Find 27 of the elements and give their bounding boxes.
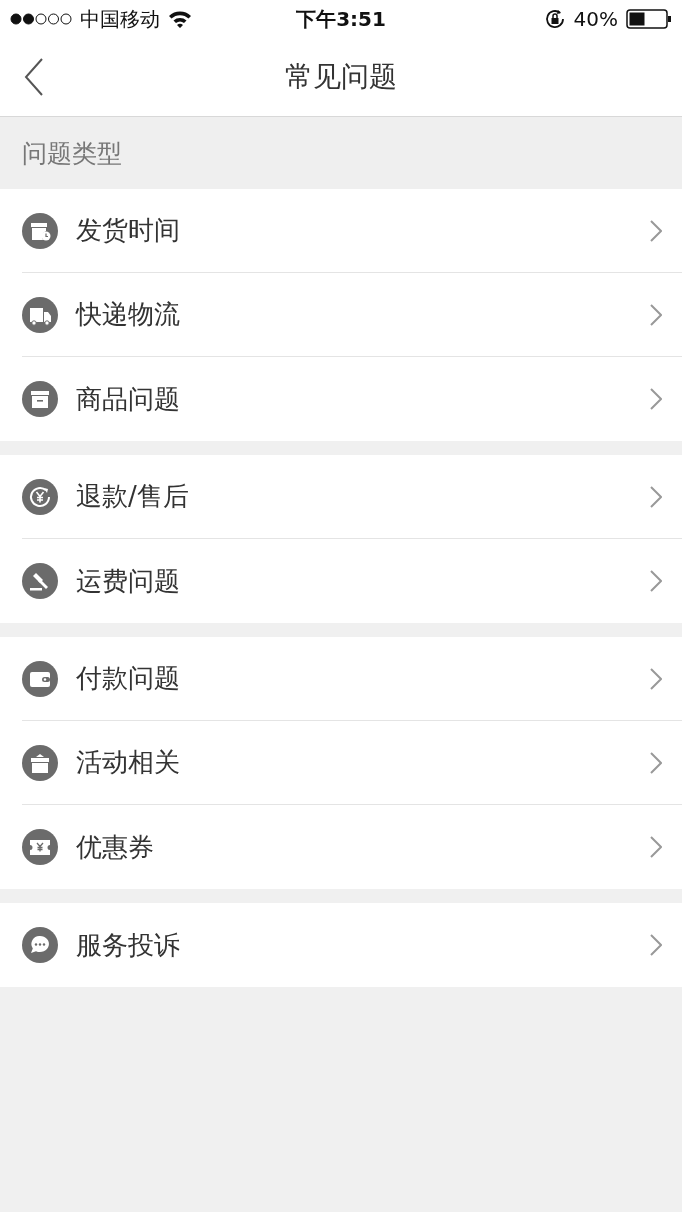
chevron-icon [650, 303, 662, 326]
chevron-icon [650, 751, 662, 774]
wallet-icon [22, 660, 58, 697]
box-clock-icon [22, 212, 58, 249]
gavel-icon [22, 563, 58, 599]
status-time: 下午3:51 [296, 5, 386, 33]
chat-icon [22, 927, 58, 963]
section-header: 问题类型 [22, 137, 122, 170]
page-title: 常见问题 [285, 59, 397, 95]
chevron-icon [650, 388, 662, 410]
truck-icon [22, 296, 58, 333]
rotation-lock-icon [543, 8, 566, 30]
wifi-icon [168, 10, 192, 28]
ticket-icon [22, 829, 58, 865]
gift-icon [22, 744, 58, 781]
chevron-icon [650, 934, 662, 956]
chevron-icon [650, 667, 662, 690]
carrier-name: 中国移动 [80, 5, 160, 33]
chevron-icon [650, 570, 662, 592]
chevron-icon [650, 219, 662, 242]
box-icon [22, 381, 58, 417]
yen-refresh-icon [22, 478, 58, 515]
signal-icon [10, 13, 72, 25]
battery-percent: 40% [573, 7, 618, 31]
chevron-icon [650, 836, 662, 858]
chevron-icon [650, 485, 662, 508]
battery-icon [626, 9, 672, 29]
